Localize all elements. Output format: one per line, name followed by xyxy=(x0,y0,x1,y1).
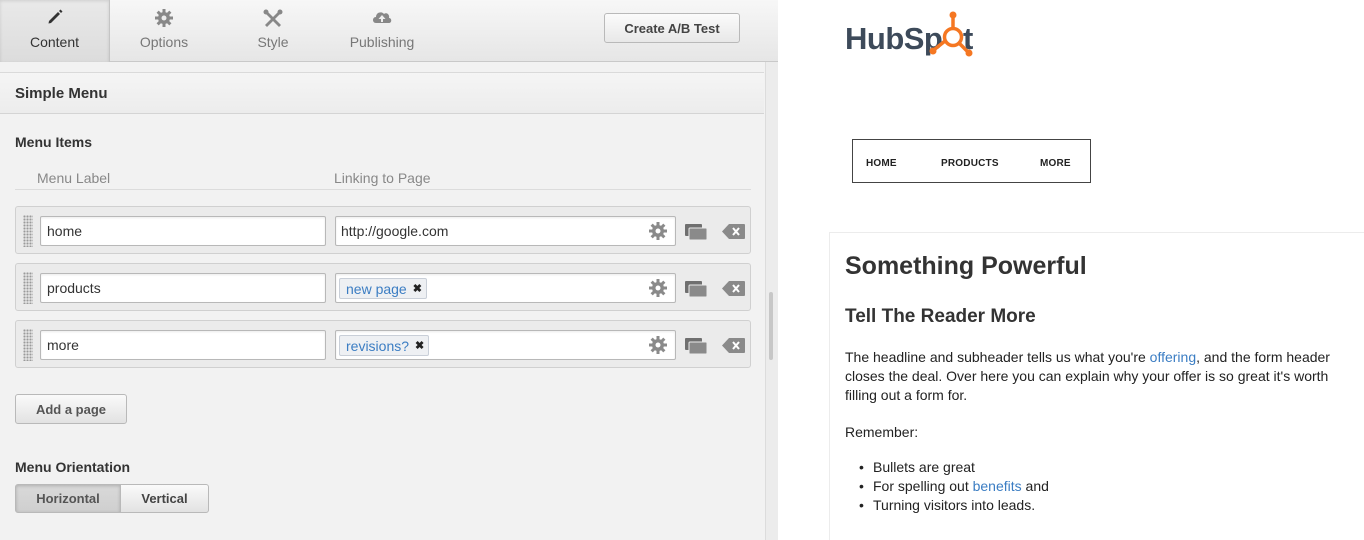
preview-nav-home[interactable]: HOME xyxy=(866,158,897,169)
menu-label-input[interactable] xyxy=(40,216,326,246)
orientation-horizontal-button[interactable]: Horizontal xyxy=(15,484,121,513)
link-url-text: http://google.com xyxy=(341,223,449,239)
add-page-button[interactable]: Add a page xyxy=(15,394,127,424)
menu-item-row: new page ✖ xyxy=(15,263,751,311)
linking-to-page-column-header: Linking to Page xyxy=(334,170,431,186)
link-page-field[interactable]: revisions? ✖ xyxy=(335,330,676,360)
page-chip: new page ✖ xyxy=(339,278,427,299)
list-item: Bullets are great xyxy=(859,458,1049,477)
editor-panel: Content Options Style Publishing Create … xyxy=(0,0,778,540)
preview-paragraph: The headline and subheader tells us what… xyxy=(845,348,1350,405)
preview-paragraph-text: The headline and subheader tells us what… xyxy=(845,349,1150,365)
menu-item-row: revisions? ✖ xyxy=(15,320,751,368)
duplicate-icon[interactable] xyxy=(684,337,708,355)
preview-bullet-list: Bullets are great For spelling out benef… xyxy=(859,458,1049,515)
delete-icon[interactable] xyxy=(722,338,745,353)
gear-icon[interactable] xyxy=(648,278,668,298)
tab-options[interactable]: Options xyxy=(110,0,218,62)
preview-nav-more[interactable]: MORE xyxy=(1040,158,1071,169)
hubspot-logo[interactable]: HubSp t xyxy=(845,8,1005,68)
tab-style[interactable]: Style xyxy=(218,0,328,62)
bullet-text-rest: and xyxy=(1021,478,1049,494)
menu-label-input[interactable] xyxy=(40,273,326,303)
tab-style-label: Style xyxy=(257,34,289,50)
gear-icon[interactable] xyxy=(648,221,668,241)
preview-nav-menu: HOME PRODUCTS MORE xyxy=(852,139,1091,183)
scrollbar-thumb[interactable] xyxy=(769,292,773,360)
orientation-vertical-button[interactable]: Vertical xyxy=(120,484,209,513)
column-divider xyxy=(15,189,751,190)
delete-icon[interactable] xyxy=(722,224,745,239)
cloud-upload-icon xyxy=(328,8,436,28)
duplicate-icon[interactable] xyxy=(684,223,708,241)
menu-orientation-title: Menu Orientation xyxy=(15,459,131,475)
remove-chip-icon[interactable]: ✖ xyxy=(415,339,424,352)
page-chip-label[interactable]: new page xyxy=(346,281,407,297)
list-item: Turning visitors into leads. xyxy=(859,496,1049,515)
tab-publishing-label: Publishing xyxy=(349,34,415,50)
drag-handle-icon[interactable] xyxy=(23,215,33,247)
page-chip: revisions? ✖ xyxy=(339,335,430,356)
link-page-field[interactable]: http://google.com xyxy=(335,216,676,246)
benefits-link[interactable]: benefits xyxy=(973,478,1022,494)
preview-heading: Something Powerful xyxy=(845,252,1087,280)
page-preview: HubSp t HOME PRODUCTS MORE Something Pow… xyxy=(779,0,1364,540)
menu-items-title: Menu Items xyxy=(15,134,93,150)
offering-link[interactable]: offering xyxy=(1150,349,1196,365)
preview-nav-products[interactable]: PRODUCTS xyxy=(941,158,999,169)
drag-handle-icon[interactable] xyxy=(23,272,33,304)
drag-handle-icon[interactable] xyxy=(23,329,33,361)
module-title: Simple Menu xyxy=(0,72,764,114)
tab-content-label: Content xyxy=(29,34,80,50)
remove-chip-icon[interactable]: ✖ xyxy=(413,282,422,295)
menu-item-row: http://google.com xyxy=(15,206,751,254)
duplicate-icon[interactable] xyxy=(684,280,708,298)
svg-text:HubSp: HubSp xyxy=(845,21,942,56)
preview-remember-text: Remember: xyxy=(845,424,919,440)
editor-tab-bar: Content Options Style Publishing Create … xyxy=(0,0,778,62)
pencil-icon xyxy=(0,8,109,28)
list-item: For spelling out benefits and xyxy=(859,477,1049,496)
bullet-text: For spelling out xyxy=(873,478,973,494)
gear-icon[interactable] xyxy=(648,335,668,355)
delete-icon[interactable] xyxy=(722,281,745,296)
tab-publishing[interactable]: Publishing xyxy=(328,0,436,62)
menu-label-column-header: Menu Label xyxy=(37,170,111,186)
gear-icon xyxy=(110,8,218,28)
tab-options-label: Options xyxy=(139,34,189,50)
link-page-field[interactable]: new page ✖ xyxy=(335,273,676,303)
preview-subheading: Tell The Reader More xyxy=(845,306,1036,327)
create-ab-test-button[interactable]: Create A/B Test xyxy=(604,13,740,43)
menu-label-input[interactable] xyxy=(40,330,326,360)
tools-icon xyxy=(218,8,328,28)
page-chip-label[interactable]: revisions? xyxy=(346,338,409,354)
svg-text:t: t xyxy=(963,21,973,56)
tab-content[interactable]: Content xyxy=(0,0,110,62)
